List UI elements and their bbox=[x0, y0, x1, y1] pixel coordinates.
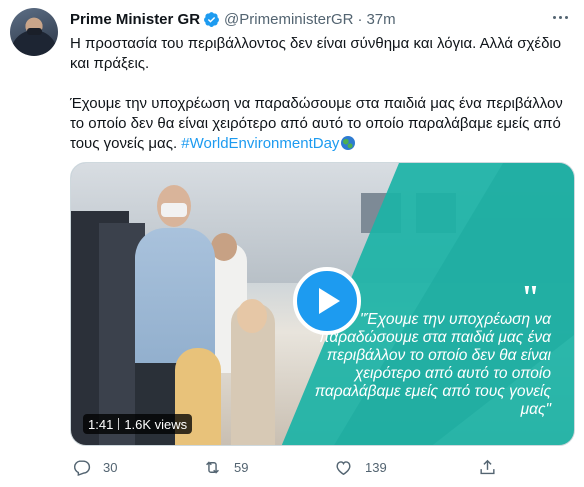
more-icon[interactable] bbox=[549, 8, 571, 26]
like-icon bbox=[336, 461, 351, 476]
reply-icon bbox=[73, 460, 91, 477]
share-button[interactable] bbox=[478, 458, 497, 477]
tweet-header: Prime Minister GR @PrimeministerGR · 37m bbox=[70, 9, 396, 29]
reply-count: 30 bbox=[103, 460, 118, 475]
quote-mark: " bbox=[521, 279, 540, 316]
tweet-text-paragraph-2: Έχουμε την υποχρέωση να παραδώσουμε στα … bbox=[70, 94, 575, 154]
header-separator: · bbox=[357, 10, 363, 28]
reply-button[interactable]: 30 bbox=[72, 458, 117, 477]
tweet-text-paragraph-1: Η προστασία του περιβάλλοντος δεν είναι … bbox=[70, 35, 562, 72]
tweet-timestamp[interactable]: 37m bbox=[366, 11, 395, 28]
verified-badge-icon bbox=[204, 11, 219, 27]
author-name[interactable]: Prime Minister GR bbox=[70, 11, 200, 28]
video-views: 1.6K views bbox=[124, 416, 188, 432]
like-button[interactable]: 139 bbox=[334, 458, 387, 477]
hashtag-link[interactable]: #WorldEnvironmentDay bbox=[181, 135, 339, 152]
video-player[interactable]: " "Έχουμε την υποχρέωση να παραδώσουμε σ… bbox=[70, 162, 575, 446]
tweet-text: Η προστασία του περιβάλλοντος δεν είναι … bbox=[70, 34, 575, 154]
author-handle[interactable]: @PrimeministerGR bbox=[224, 11, 353, 28]
retweet-button[interactable]: 59 bbox=[203, 458, 248, 477]
video-duration: 1:41 bbox=[88, 416, 114, 432]
play-icon bbox=[319, 288, 340, 314]
globe-emoji-icon bbox=[341, 136, 356, 150]
retweet-icon bbox=[206, 461, 219, 474]
like-count: 139 bbox=[365, 460, 387, 475]
retweet-count: 59 bbox=[234, 460, 249, 475]
tweet-actions: 30 59 139 bbox=[70, 458, 575, 480]
author-avatar[interactable] bbox=[10, 8, 58, 56]
video-info-badge: 1:41 1.6K views bbox=[83, 414, 193, 434]
badge-divider bbox=[118, 418, 120, 430]
video-figure bbox=[237, 299, 267, 333]
share-icon bbox=[480, 459, 495, 475]
video-figure bbox=[161, 203, 187, 217]
play-button[interactable] bbox=[293, 267, 361, 335]
